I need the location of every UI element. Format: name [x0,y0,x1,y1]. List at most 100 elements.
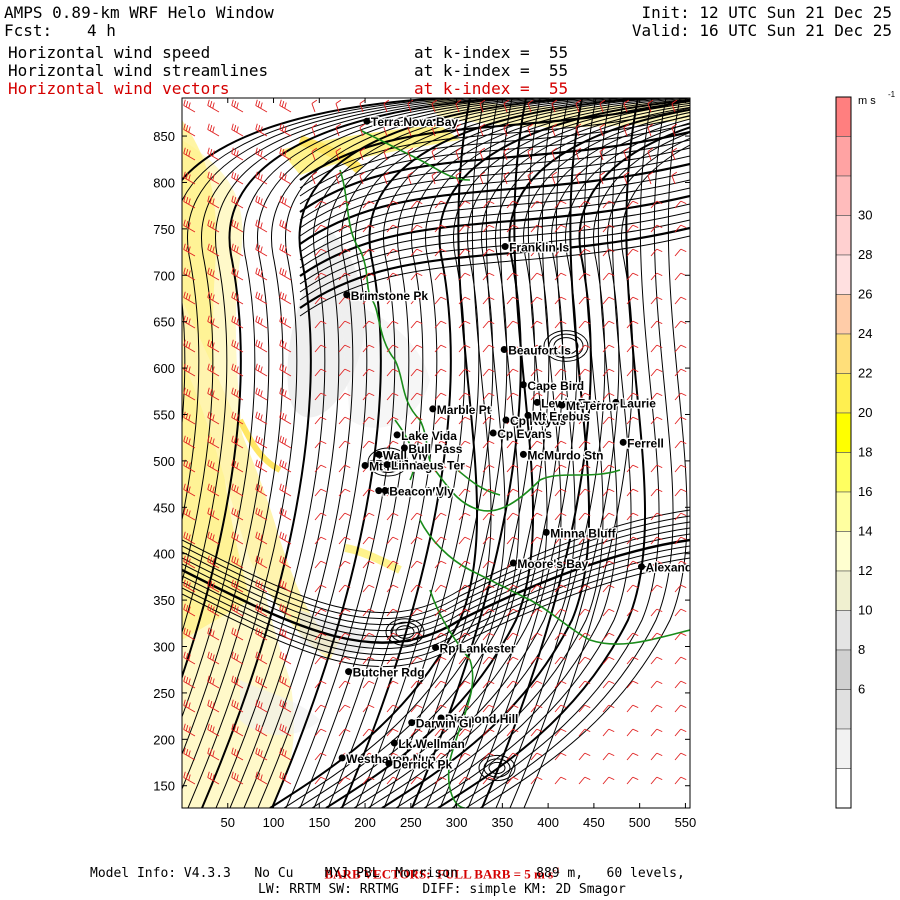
location-marker [381,487,389,495]
location-label: Cape Bird [527,379,584,393]
colorbar-segment [835,491,852,532]
location-label: Butcher Rdg [353,666,425,680]
location-marker [637,563,645,571]
y-tick-label: 250 [153,686,175,701]
location-marker [558,401,566,409]
location-label: Beaufort Is [508,344,571,358]
location-label: Beacon Vly [389,485,454,499]
colorbar-label: 22 [858,366,872,381]
location-label: Mt Erebus [532,409,590,423]
y-tick-label: 150 [153,779,175,794]
location-label: Lk Wellman [398,737,464,751]
colorbar-label: 12 [858,563,872,578]
colorbar-segment [835,649,852,690]
x-tick-label: 550 [675,815,697,830]
location-marker [338,754,346,762]
location-label: McMurdo Stn [527,448,603,462]
colorbar-segment [835,373,852,414]
y-tick-label: 400 [153,547,175,562]
colorbar-segment [835,728,852,769]
colorbar-label: 16 [858,484,872,499]
colorbar-segment [835,689,852,730]
colorbar-label: 6 [858,682,865,697]
location-label: Darwin Gl [416,717,472,731]
location-marker [489,429,497,437]
y-tick-label: 550 [153,407,175,422]
colorbar-segment [835,333,852,374]
colorbar-unit-exp: -1 [888,90,896,99]
colorbar-label: 8 [858,642,865,657]
y-tick-label: 700 [153,268,175,283]
colorbar-segment [835,452,852,493]
x-tick-label: 200 [354,815,376,830]
y-tick-label: 450 [153,500,175,515]
colorbar-label: 30 [858,208,872,223]
y-tick-label: 850 [153,129,175,144]
location-label: Rp Lankester [440,641,516,655]
colorbar-segment [835,570,852,611]
colorbar: 30 28 26 24 22 20 18 16 14 12 10 8 6 [835,96,872,809]
colorbar-label: 18 [858,445,872,460]
colorbar-segment [835,294,852,335]
model-info-line-2: LW: RRTM SW: RRTMG DIFF: simple KM: 2D S… [258,882,626,897]
y-tick-label: 750 [153,222,175,237]
x-tick-label: 350 [492,815,514,830]
x-tick-label: 500 [629,815,651,830]
location-label: Moore's Bay [517,557,588,571]
y-tick-label: 350 [153,593,175,608]
colorbar-segment [835,412,852,453]
colorbar-unit: m s [858,95,876,107]
model-info-line-1: Model Info: V4.3.3 No Cu MYJ PBL Morriso… [90,866,685,881]
colorbar-label: 20 [858,405,872,420]
x-tick-label: 250 [400,815,422,830]
location-label: Ferrell [627,436,664,450]
location-label: Lake Vida [401,429,457,443]
location-marker [533,398,541,406]
wind-map: Terra Nova BayTerra Nova BayFranklin IsF… [153,90,896,830]
colorbar-label: 24 [858,326,872,341]
colorbar-segment [835,136,852,177]
colorbar-label: 14 [858,524,872,539]
location-marker [385,759,393,767]
y-tick-label: 600 [153,361,175,376]
location-marker [393,431,401,439]
y-tick-label: 500 [153,454,175,469]
location-label: Linnaeus Ter [391,459,465,473]
location-label: Marble Pt [437,403,491,417]
location-label: Brimstone Pk [351,289,429,303]
y-tick-label: 200 [153,732,175,747]
location-marker [408,719,416,727]
colorbar-segment [835,531,852,572]
location-marker [383,461,391,469]
location-marker [500,346,508,354]
location-label: Bull Pass [408,442,462,456]
colorbar-segment [835,254,852,295]
colorbar-segment [835,175,852,216]
location-marker [343,291,351,299]
location-marker [363,117,371,125]
location-marker [502,416,510,424]
colorbar-label: 26 [858,287,872,302]
location-label: Franklin Is [509,240,569,254]
location-label: Cp Evans [497,427,552,441]
x-tick-label: 450 [583,815,605,830]
location-marker [361,462,369,470]
location-marker [509,559,517,567]
x-tick-label: 150 [308,815,330,830]
colorbar-segment [835,768,852,809]
location-marker [432,643,440,651]
location-marker [524,411,532,419]
y-tick-label: 650 [153,315,175,330]
x-tick-label: 100 [263,815,285,830]
location-label: Alexander [645,561,703,575]
location-label: Laurie [620,396,656,410]
location-marker [542,528,550,536]
colorbar-label: 10 [858,603,872,618]
x-tick-label: 400 [537,815,559,830]
location-marker [619,438,627,446]
location-marker [390,739,398,747]
y-tick-label: 300 [153,640,175,655]
location-marker [429,405,437,413]
location-marker [519,450,527,458]
colorbar-segment [835,215,852,256]
